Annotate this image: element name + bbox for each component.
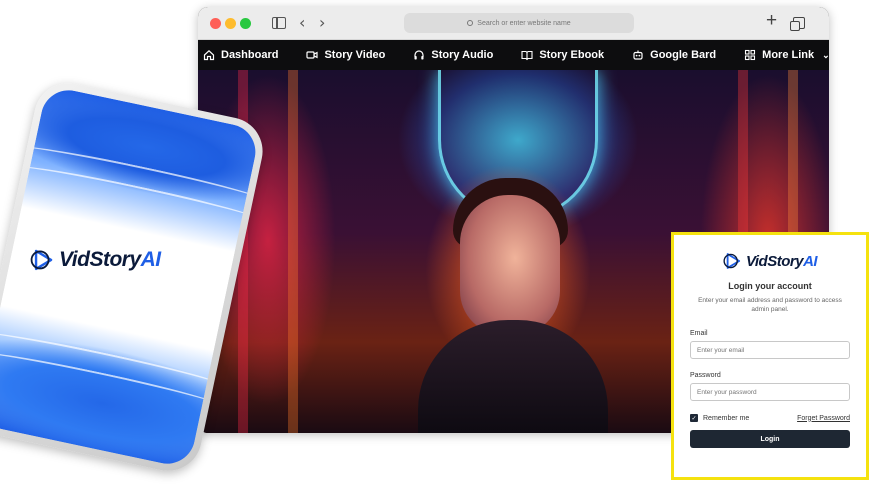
- logo-icon: [30, 247, 56, 273]
- bot-icon: [632, 49, 644, 61]
- minimize-window-button[interactable]: [225, 18, 236, 29]
- back-arrow-icon[interactable]: ‹: [299, 13, 305, 32]
- search-icon: [467, 20, 474, 26]
- nav-item-story-video[interactable]: Story Video: [306, 49, 385, 61]
- password-label: Password: [690, 372, 721, 379]
- brand-name: VidStory: [59, 247, 141, 271]
- nav-label: More Link: [762, 49, 815, 61]
- close-window-button[interactable]: [210, 18, 221, 29]
- nav-label: Dashboard: [221, 49, 279, 61]
- login-card: VidStoryAI Login your account Enter your…: [671, 232, 869, 480]
- nav-item-story-audio[interactable]: Story Audio: [413, 49, 493, 61]
- nav-label: Story Video: [324, 49, 386, 61]
- nav-label: Google Bard: [650, 49, 717, 61]
- password-field[interactable]: [690, 383, 850, 401]
- nav-label: Story Audio: [431, 49, 494, 61]
- address-placeholder: Search or enter website name: [477, 19, 571, 27]
- character-body: [418, 320, 608, 433]
- character-face: [460, 195, 560, 335]
- forgot-password-link[interactable]: Forget Password: [797, 415, 850, 422]
- remember-me-checkbox[interactable]: ✓: [690, 414, 698, 422]
- nav-item-more-link[interactable]: More Link ⌄: [744, 49, 829, 61]
- remember-me[interactable]: ✓ Remember me: [690, 414, 749, 422]
- new-tab-button[interactable]: +: [766, 10, 777, 32]
- brand-suffix: AI: [140, 247, 161, 271]
- promo-stage: ‹ › Search or enter website name + Dashb…: [0, 0, 879, 489]
- site-navbar: Dashboard Story Video Story Audio Story …: [198, 40, 829, 70]
- login-options-row: ✓ Remember me Forget Password: [690, 414, 850, 422]
- nav-item-dashboard[interactable]: Dashboard: [203, 49, 278, 61]
- logo-icon: [723, 251, 743, 271]
- login-title: Login your account: [728, 281, 812, 291]
- headphones-icon: [413, 49, 425, 61]
- home-icon: [203, 49, 215, 61]
- nav-label: Story Ebook: [539, 49, 605, 61]
- video-icon: [306, 49, 319, 61]
- nav-item-google-bard[interactable]: Google Bard: [632, 49, 716, 61]
- email-label: Email: [690, 330, 708, 337]
- brand-suffix: AI: [803, 252, 818, 270]
- sidebar-toggle-icon[interactable]: [272, 17, 286, 29]
- login-brand-logo: VidStoryAI: [690, 251, 850, 271]
- nav-item-story-ebook[interactable]: Story Ebook: [521, 49, 604, 61]
- tab-overview-icon[interactable]: [790, 17, 805, 31]
- login-subtitle: Enter your email address and password to…: [698, 297, 842, 313]
- chevron-down-icon: ⌄: [822, 49, 829, 60]
- remember-me-label: Remember me: [703, 414, 750, 422]
- email-field[interactable]: [690, 341, 850, 359]
- grid-icon: [744, 49, 756, 61]
- browser-toolbar: ‹ › Search or enter website name +: [198, 7, 829, 40]
- brand-name: VidStory: [745, 252, 804, 270]
- login-button[interactable]: Login: [690, 430, 850, 448]
- maximize-window-button[interactable]: [240, 18, 251, 29]
- book-icon: [521, 49, 533, 61]
- forward-arrow-icon[interactable]: ›: [319, 13, 325, 32]
- neon-light-decoration: [288, 70, 298, 433]
- phone-brand-logo: VidStoryAI: [30, 247, 161, 273]
- address-bar[interactable]: Search or enter website name: [404, 13, 634, 33]
